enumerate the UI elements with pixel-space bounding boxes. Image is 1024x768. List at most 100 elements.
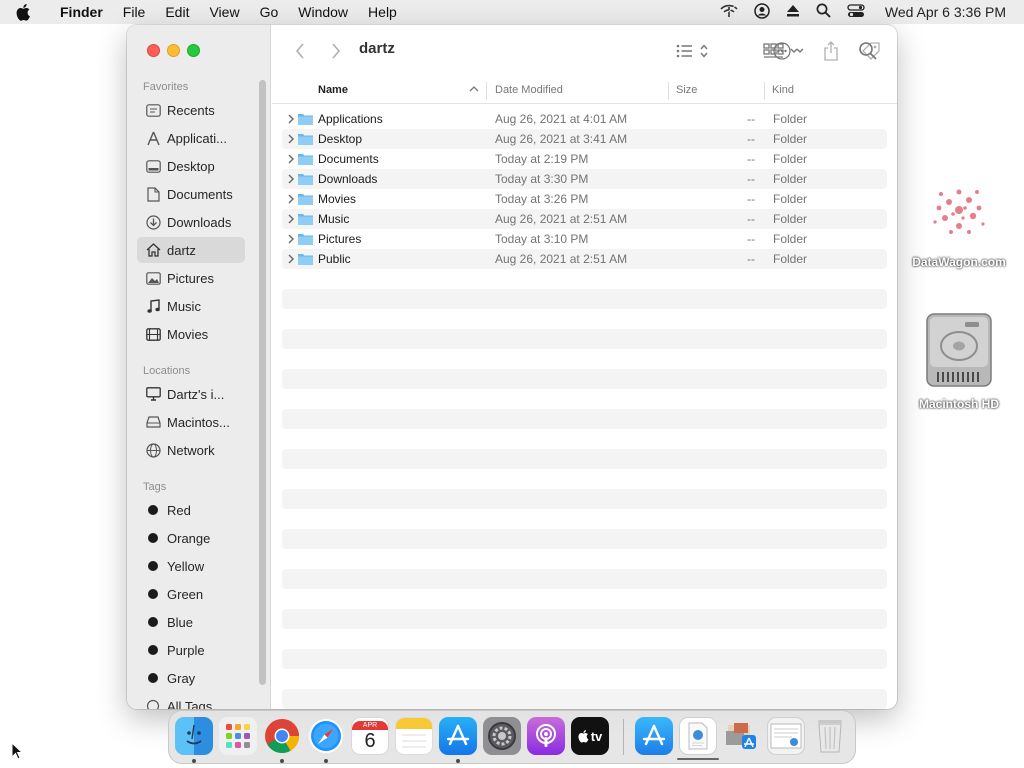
sidebar-item-desktop[interactable]: Desktop bbox=[137, 153, 245, 179]
disclosure-chevron-icon[interactable] bbox=[287, 233, 295, 245]
menu-help[interactable]: Help bbox=[358, 4, 407, 20]
sidebar-item-network[interactable]: Network bbox=[137, 437, 245, 463]
document-icon[interactable] bbox=[679, 717, 717, 755]
sidebar-tag-red[interactable]: Red bbox=[137, 497, 245, 523]
sidebar-item-label: Blue bbox=[167, 614, 194, 630]
disclosure-chevron-icon[interactable] bbox=[287, 193, 295, 205]
wifi-off-icon[interactable] bbox=[720, 4, 738, 21]
back-button[interactable] bbox=[290, 39, 310, 63]
photo-icon bbox=[145, 270, 161, 286]
column-divider[interactable] bbox=[764, 82, 765, 100]
file-row[interactable]: Applications Aug 26, 2021 at 4:01 AM -- … bbox=[282, 109, 887, 129]
desktop-icon-datawagon[interactable]: DataWagon.com bbox=[904, 172, 1014, 269]
file-kind: Folder bbox=[773, 232, 808, 246]
apple-tv-icon[interactable]: tv bbox=[571, 717, 609, 755]
control-center-icon[interactable] bbox=[847, 3, 865, 21]
column-header-size[interactable]: Size bbox=[676, 84, 697, 98]
trash-icon[interactable] bbox=[811, 717, 849, 755]
eject-icon[interactable] bbox=[786, 4, 800, 21]
podcasts-icon[interactable] bbox=[527, 717, 565, 755]
chrome-icon[interactable] bbox=[263, 717, 301, 755]
sidebar-item-music[interactable]: Music bbox=[137, 293, 245, 319]
close-window-button[interactable] bbox=[147, 44, 160, 57]
disclosure-chevron-icon[interactable] bbox=[287, 173, 295, 185]
disclosure-chevron-icon[interactable] bbox=[287, 153, 295, 165]
sidebar-item-documents[interactable]: Documents bbox=[137, 181, 245, 207]
tag-dot-icon bbox=[148, 645, 158, 655]
sidebar-item-computer[interactable]: Dartz's i... bbox=[137, 381, 245, 407]
sidebar-tag-orange[interactable]: Orange bbox=[137, 525, 245, 551]
menu-edit[interactable]: Edit bbox=[155, 4, 199, 20]
safari-icon[interactable] bbox=[307, 717, 345, 755]
search-button[interactable] bbox=[858, 41, 880, 63]
sidebar-item-movies[interactable]: Movies bbox=[137, 321, 245, 347]
sidebar-all-tags[interactable]: All Tags... bbox=[137, 693, 245, 709]
app-store-icon[interactable] bbox=[439, 717, 477, 755]
sidebar-tag-purple[interactable]: Purple bbox=[137, 637, 245, 663]
sidebar-item-recents[interactable]: Recents bbox=[137, 97, 245, 123]
menu-window[interactable]: Window bbox=[288, 4, 358, 20]
applications-stack-icon[interactable] bbox=[723, 717, 761, 755]
disclosure-chevron-icon[interactable] bbox=[287, 253, 295, 265]
file-row[interactable]: Public Aug 26, 2021 at 2:51 AM -- Folder bbox=[282, 249, 887, 269]
empty-row bbox=[282, 569, 887, 589]
file-row[interactable]: Movies Today at 3:26 PM -- Folder bbox=[282, 189, 887, 209]
more-actions-button[interactable] bbox=[772, 39, 812, 63]
apple-menu-icon[interactable] bbox=[16, 0, 38, 24]
share-button[interactable] bbox=[820, 39, 842, 63]
app-store-folder-icon[interactable] bbox=[635, 717, 673, 755]
preview-icon[interactable] bbox=[767, 717, 805, 755]
spotlight-search-icon[interactable] bbox=[816, 3, 831, 21]
menu-go[interactable]: Go bbox=[250, 4, 289, 20]
system-preferences-icon[interactable] bbox=[483, 717, 521, 755]
sidebar-tag-green[interactable]: Green bbox=[137, 581, 245, 607]
sidebar-item-label: Orange bbox=[167, 530, 211, 546]
column-divider[interactable] bbox=[668, 82, 669, 100]
tag-dot-icon bbox=[148, 617, 158, 627]
menu-app-name[interactable]: Finder bbox=[50, 4, 113, 20]
file-date: Aug 26, 2021 at 4:01 AM bbox=[495, 112, 628, 126]
launchpad-icon[interactable] bbox=[219, 717, 257, 755]
sidebar-item-dartz[interactable]: dartz bbox=[137, 237, 245, 263]
sidebar-tag-blue[interactable]: Blue bbox=[137, 609, 245, 635]
file-row[interactable]: Documents Today at 2:19 PM -- Folder bbox=[282, 149, 887, 169]
download-icon bbox=[145, 214, 161, 230]
sidebar-scrollbar[interactable] bbox=[259, 80, 266, 685]
disclosure-chevron-icon[interactable] bbox=[287, 113, 295, 125]
forward-button[interactable] bbox=[326, 39, 346, 63]
column-header-date-modified[interactable]: Date Modified bbox=[495, 84, 563, 98]
column-divider[interactable] bbox=[486, 82, 487, 100]
zoom-window-button[interactable] bbox=[187, 44, 200, 57]
file-row[interactable]: Downloads Today at 3:30 PM -- Folder bbox=[282, 169, 887, 189]
sidebar-tag-yellow[interactable]: Yellow bbox=[137, 553, 245, 579]
menu-file[interactable]: File bbox=[113, 4, 156, 20]
sidebar-item-applications[interactable]: Applicati... bbox=[137, 125, 245, 151]
file-row[interactable]: Pictures Today at 3:10 PM -- Folder bbox=[282, 229, 887, 249]
file-row[interactable]: Music Aug 26, 2021 at 2:51 AM -- Folder bbox=[282, 209, 887, 229]
menu-clock[interactable]: Wed Apr 6 3:36 PM bbox=[885, 4, 1006, 20]
disclosure-chevron-icon[interactable] bbox=[287, 213, 295, 225]
disclosure-chevron-icon[interactable] bbox=[287, 133, 295, 145]
minimize-window-button[interactable] bbox=[167, 44, 180, 57]
sidebar-item-label: Documents bbox=[167, 186, 233, 202]
user-icon[interactable] bbox=[754, 2, 770, 22]
file-row[interactable]: Desktop Aug 26, 2021 at 3:41 AM -- Folde… bbox=[282, 129, 887, 149]
sidebar-item-label: Red bbox=[167, 502, 191, 518]
file-name: Pictures bbox=[318, 232, 362, 246]
sidebar-item-macintosh-hd[interactable]: Macintos... bbox=[137, 409, 245, 435]
finder-icon[interactable] bbox=[175, 717, 213, 755]
desktop-icon-macintosh-hd[interactable]: Macintosh HD bbox=[904, 310, 1014, 411]
file-date: Aug 26, 2021 at 2:51 AM bbox=[495, 212, 628, 226]
menu-view[interactable]: View bbox=[199, 4, 249, 20]
sidebar-item-downloads[interactable]: Downloads bbox=[137, 209, 245, 235]
column-header-name[interactable]: Name bbox=[318, 84, 348, 98]
sidebar-item-pictures[interactable]: Pictures bbox=[137, 265, 245, 291]
view-options-button[interactable] bbox=[674, 39, 714, 63]
calendar-icon[interactable]: APR 6 bbox=[351, 717, 389, 755]
running-indicator bbox=[456, 759, 460, 763]
search-icon bbox=[859, 42, 877, 60]
sidebar-tag-gray[interactable]: Gray bbox=[137, 665, 245, 691]
sort-ascending-icon[interactable] bbox=[469, 84, 479, 98]
column-header-kind[interactable]: Kind bbox=[772, 84, 794, 98]
notes-icon[interactable] bbox=[395, 717, 433, 755]
